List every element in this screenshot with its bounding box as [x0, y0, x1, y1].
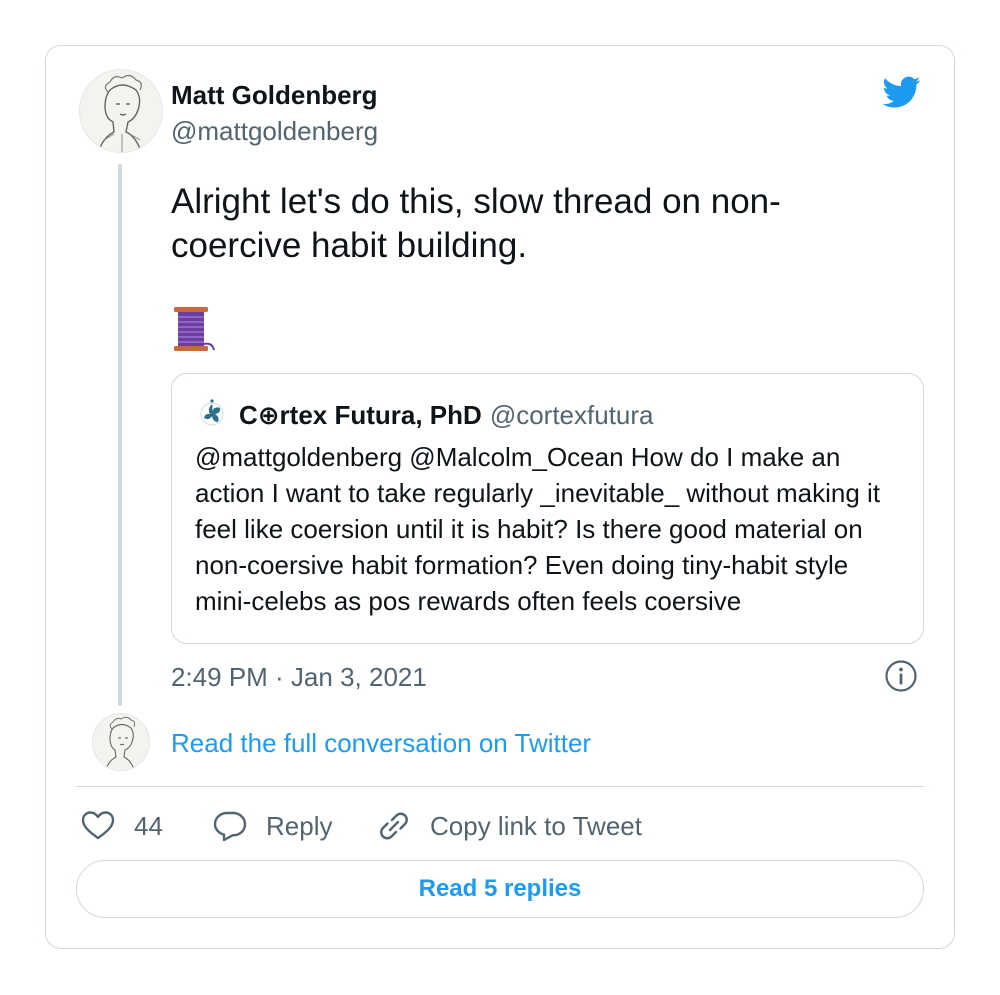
quoted-author-avatar[interactable] [199, 398, 225, 428]
like-count: 44 [134, 810, 163, 841]
tweet-timestamp[interactable]: 2:49 PM · Jan 3, 2021 [171, 662, 427, 693]
divider [76, 786, 924, 787]
tweet-text: Alright let's do this, slow thread on no… [171, 182, 781, 265]
author-name[interactable]: Matt Goldenberg [171, 80, 378, 111]
quoted-author-handle[interactable]: @cortexfutura [490, 400, 654, 430]
twitter-bird-icon[interactable] [880, 73, 924, 111]
read-conversation-link[interactable]: Read the full conversation on Twitter [171, 728, 591, 759]
quoted-author-name[interactable]: C⊕rtex Futura, PhD [239, 400, 482, 430]
copy-link-button[interactable]: Copy link to Tweet [376, 806, 642, 846]
embedded-tweet-card: Matt Goldenberg @mattgoldenberg Alright … [45, 45, 955, 949]
author-handle[interactable]: @mattgoldenberg [171, 116, 378, 147]
thread-line [118, 164, 122, 706]
conversation-avatar[interactable] [92, 713, 150, 771]
spool-emoji [172, 306, 218, 354]
like-button[interactable]: 44 [80, 806, 163, 846]
read-replies-button[interactable]: Read 5 replies [76, 860, 924, 918]
copy-link-label: Copy link to Tweet [430, 810, 642, 841]
reply-label: Reply [266, 810, 333, 841]
quoted-tweet[interactable]: C⊕rtex Futura, PhD @cortexfutura @mattgol… [171, 373, 924, 644]
info-icon[interactable] [884, 659, 918, 693]
author-avatar[interactable] [79, 69, 163, 153]
quoted-tweet-text: @mattgoldenberg @Malcolm_Ocean How do I … [195, 442, 881, 616]
quoted-author-line: C⊕rtex Futura, PhD @cortexfutura [239, 400, 654, 431]
reply-button[interactable]: Reply [212, 806, 332, 846]
heart-icon [81, 811, 115, 840]
link-icon [380, 812, 408, 840]
reply-icon [213, 811, 247, 842]
